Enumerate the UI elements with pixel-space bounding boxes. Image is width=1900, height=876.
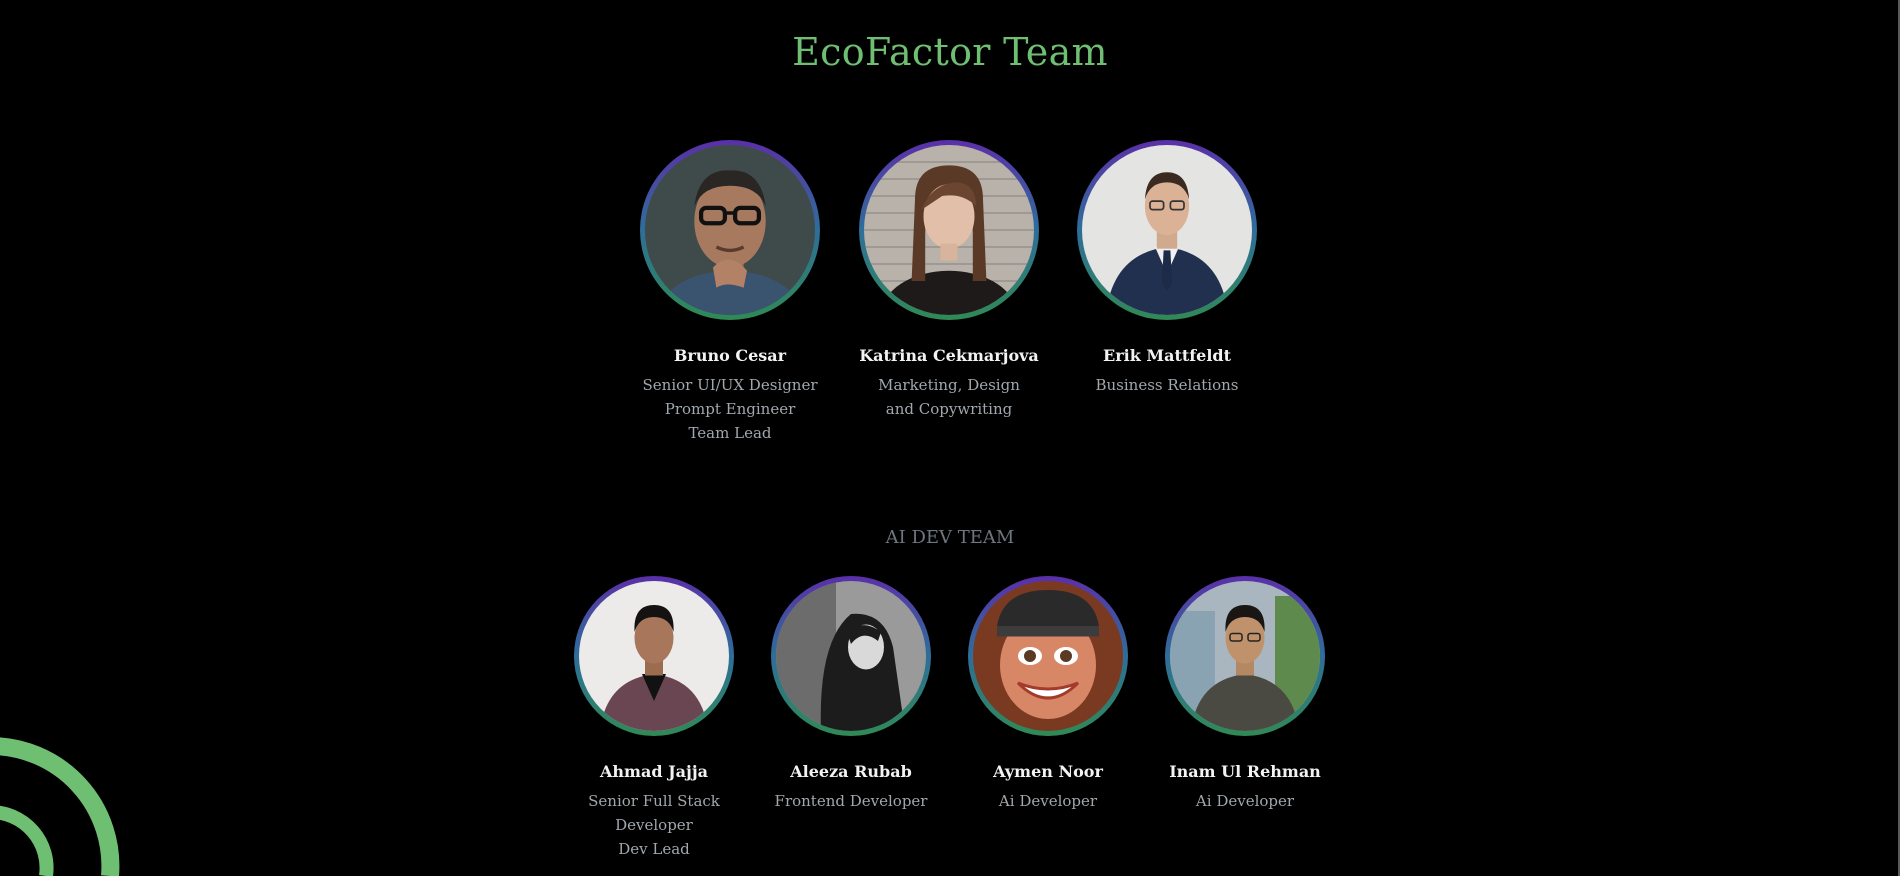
member-role: Ai Developer xyxy=(967,789,1129,813)
avatar-photo xyxy=(776,581,926,731)
decorative-arc xyxy=(0,737,120,876)
avatar-photo xyxy=(579,581,729,731)
member-role: Business Relations xyxy=(1077,373,1257,397)
team-member-card: Bruno Cesar Senior UI/UX Designer Prompt… xyxy=(640,140,820,445)
member-role: Ai Developer xyxy=(1164,789,1326,813)
avatar-ring xyxy=(771,576,931,736)
member-role-line: Business Relations xyxy=(1095,376,1239,394)
member-role-line: Senior UI/UX Designer xyxy=(642,376,818,394)
member-name: Inam Ul Rehman xyxy=(1169,762,1321,781)
member-role: Frontend Developer xyxy=(770,789,932,813)
avatar-photo xyxy=(864,145,1034,315)
member-name: Ahmad Jajja xyxy=(600,762,708,781)
team-member-card: Erik Mattfeldt Business Relations xyxy=(1077,140,1257,397)
member-role-line: Team Lead xyxy=(688,424,772,442)
team-member-card: Ahmad Jajja Senior Full Stack Developer … xyxy=(573,576,735,861)
avatar-photo xyxy=(1082,145,1252,315)
avatar-photo xyxy=(645,145,815,315)
section-heading-ai-dev-team: AI DEV TEAM xyxy=(885,527,1015,548)
page-title: EcoFactor Team xyxy=(792,30,1108,74)
avatar-photo xyxy=(973,581,1123,731)
member-role-line: Marketing, Design xyxy=(878,376,1020,394)
member-name: Erik Mattfeldt xyxy=(1103,346,1231,365)
avatar-ring xyxy=(1165,576,1325,736)
member-role: Senior UI/UX Designer Prompt Engineer Te… xyxy=(640,373,820,445)
member-role-line: and Copywriting xyxy=(885,400,1013,418)
member-role-line: Frontend Developer xyxy=(774,792,928,810)
member-role: Senior Full Stack Developer Dev Lead xyxy=(573,789,735,861)
member-role-line: Prompt Engineer xyxy=(664,400,796,418)
avatar-ring xyxy=(1077,140,1257,320)
avatar-ring xyxy=(574,576,734,736)
member-name: Katrina Cekmarjova xyxy=(859,346,1039,365)
team-member-card: Aleeza Rubab Frontend Developer xyxy=(770,576,932,813)
avatar-ring xyxy=(968,576,1128,736)
member-role-line: Ai Developer xyxy=(998,792,1098,810)
member-role: Marketing, Design and Copywriting xyxy=(859,373,1039,421)
avatar-photo xyxy=(1170,581,1320,731)
member-role-line: Senior Full Stack xyxy=(588,792,720,810)
team-member-card: Katrina Cekmarjova Marketing, Design and… xyxy=(859,140,1039,421)
avatar-ring xyxy=(640,140,820,320)
team-member-card: Aymen Noor Ai Developer xyxy=(967,576,1129,813)
member-name: Aymen Noor xyxy=(993,762,1103,781)
member-name: Aleeza Rubab xyxy=(790,762,912,781)
avatar-ring xyxy=(859,140,1039,320)
team-member-card: Inam Ul Rehman Ai Developer xyxy=(1164,576,1326,813)
member-role-line: Ai Developer xyxy=(1195,792,1295,810)
team-page: EcoFactor Team Bruno Cesar Senior UI/UX … xyxy=(0,0,1900,876)
member-role-line: Dev Lead xyxy=(618,840,690,858)
member-role-line: Developer xyxy=(615,816,693,834)
member-name: Bruno Cesar xyxy=(673,346,787,365)
